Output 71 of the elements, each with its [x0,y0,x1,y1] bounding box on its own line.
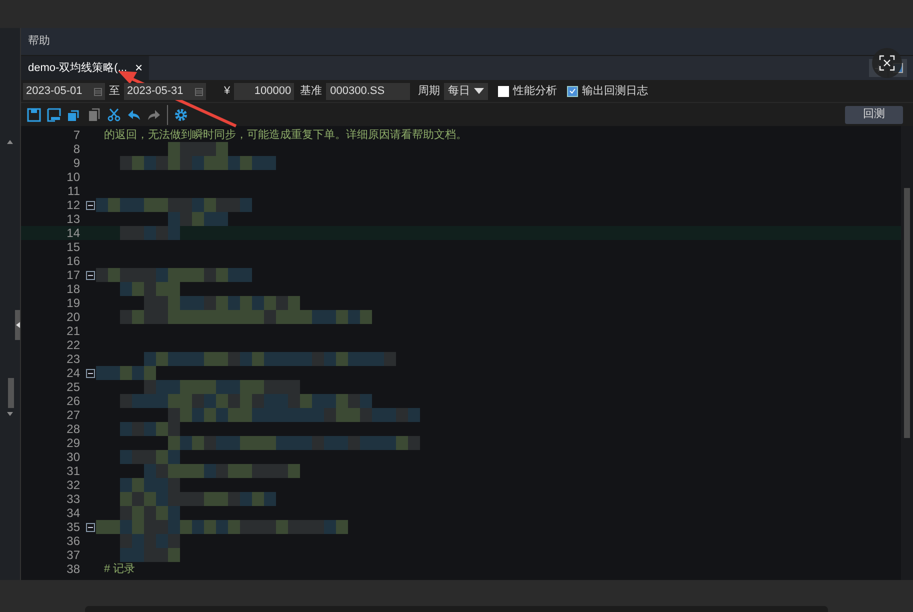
redo-icon[interactable] [147,108,161,122]
line-number: 28 [66,421,80,438]
fold-toggle-icon[interactable] [86,270,94,280]
line-number: 31 [66,463,80,480]
panel-handle[interactable] [15,310,20,340]
line-number: 33 [66,491,80,508]
date-field[interactable]: 2023-05-01 [23,82,105,100]
line-number: 29 [66,435,80,452]
line-number: 24 [66,365,80,382]
save-icon[interactable] [27,108,41,122]
benchmark-field[interactable]: 000300.SS [326,82,410,100]
line-number: 8 [73,141,80,158]
code-comment: 的返回，无法做到瞬时同步，可能造成重复下单。详细原因请看帮助文档。 [103,128,467,143]
line-number: 37 [66,547,80,564]
settings-icon[interactable] [174,108,188,122]
line-number: 23 [66,351,80,368]
fold-toggle-icon[interactable] [86,368,94,378]
close-icon[interactable]: × [135,58,143,78]
line-number: 9 [73,155,80,172]
scrollbar-thumb[interactable] [8,378,14,408]
line-number: 30 [66,449,80,466]
line-number: 14 [66,225,80,242]
checkbox-label: 输出回测日志 [582,84,648,99]
checkbox[interactable] [567,86,578,96]
line-number: 17 [66,267,80,284]
line-number: 32 [66,477,80,494]
line-number: 16 [66,253,80,270]
translate-icon[interactable] [879,55,895,71]
paste-icon[interactable] [87,108,101,122]
benchmark-label: 基准 [300,84,322,99]
line-number: 13 [66,211,80,228]
run-button[interactable]: 回测 [845,106,903,124]
fold-toggle-icon[interactable] [86,200,94,210]
menu-item[interactable]: 帮助 [21,33,57,50]
currency-label: ¥ [224,84,230,99]
tab-title: demo-双均线策略(... [28,60,128,76]
line-number: 10 [66,169,80,186]
copy-icon[interactable] [67,108,81,122]
range-label: 至 [109,84,120,99]
line-number: 7 [73,127,80,144]
line-number: 35 [66,519,80,536]
save-as-icon[interactable] [47,108,61,122]
checkbox-label: 性能分析 [513,84,558,99]
scissors-icon[interactable] [107,108,121,122]
line-number: 12 [66,197,80,214]
period-dropdown[interactable]: 每日 [444,82,488,100]
line-number: 27 [66,407,80,424]
line-number: 22 [66,337,80,354]
line-number: 18 [66,281,80,298]
line-number: 20 [66,309,80,326]
undo-icon[interactable] [127,108,141,122]
date-field[interactable]: 2023-05-31 [124,82,206,100]
fold-toggle-icon[interactable] [86,522,94,532]
line-number: 15 [66,239,80,256]
line-number: 19 [66,295,80,312]
caret-icon[interactable] [474,88,484,94]
vertical-scrollbar[interactable] [901,126,913,580]
line-number: 21 [66,323,80,340]
editor-tab[interactable]: demo-双均线策略(... × [21,56,149,80]
line-number: 11 [68,183,80,200]
line-number: 25 [66,379,80,396]
line-number: 38 [66,561,80,578]
line-number: 36 [66,533,80,550]
code-comment: # 记录 [103,562,136,577]
scroll-down-icon[interactable] [7,412,13,416]
line-number: 26 [66,393,80,410]
line-number: 34 [66,505,80,522]
scroll-up-icon[interactable] [7,140,13,144]
period-label: 周期 [418,84,440,99]
capital-field[interactable]: 100000 [234,82,294,100]
checkbox[interactable] [498,86,510,96]
